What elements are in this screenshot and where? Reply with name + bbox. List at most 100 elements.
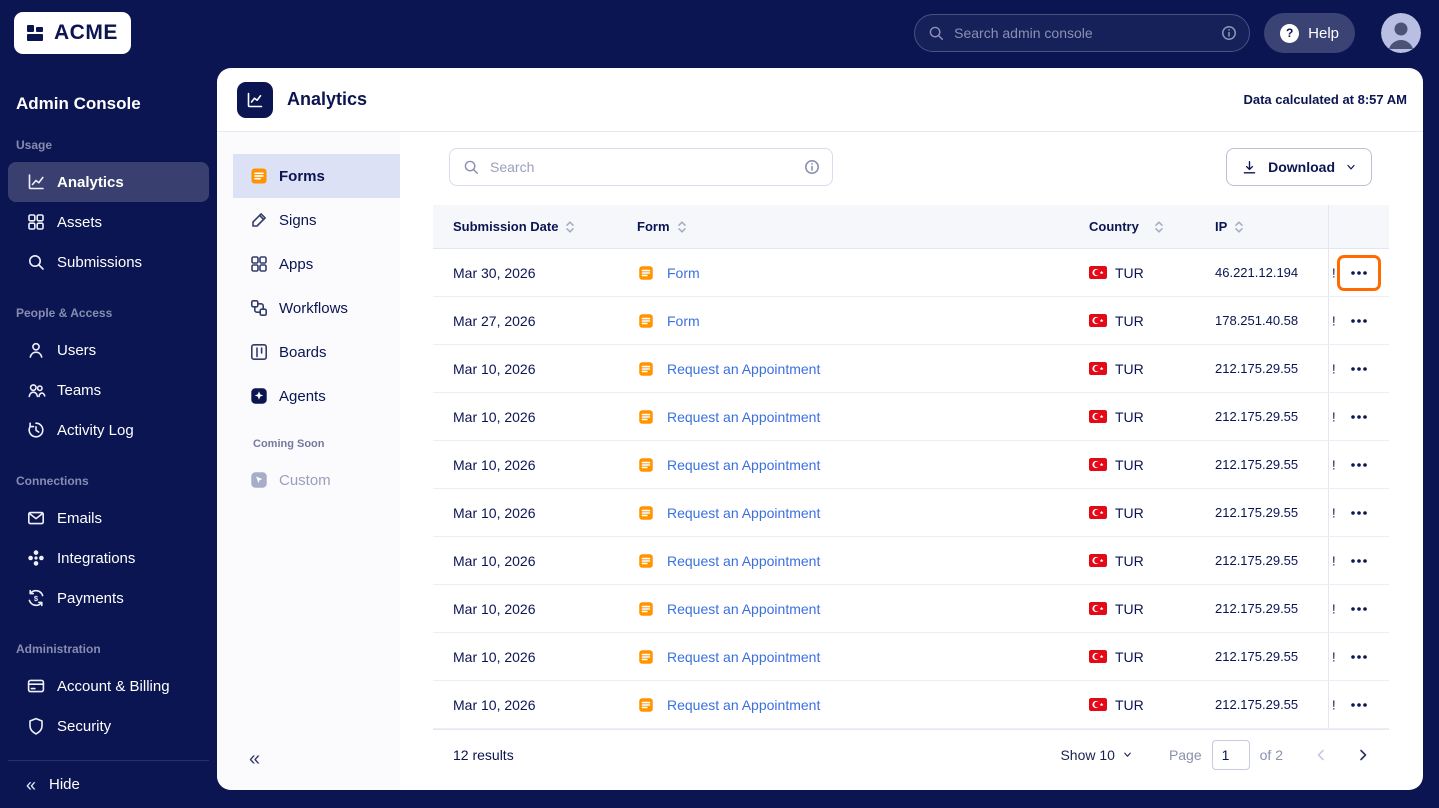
row-actions-button[interactable] <box>1340 642 1378 672</box>
sidebar-item-assets[interactable]: Assets <box>8 202 209 242</box>
custom-icon <box>249 470 269 490</box>
cell-ip: 46.221.12.194 <box>1215 265 1299 280</box>
sidebar-item-integrations[interactable]: Integrations <box>8 538 209 578</box>
table-row: Mar 10, 2026 Request an Appointment TUR … <box>433 393 1389 441</box>
subnav-item-label: Workflows <box>279 299 348 317</box>
sidebar-item-account-billing[interactable]: Account & Billing <box>8 666 209 706</box>
row-actions-button[interactable] <box>1340 354 1378 384</box>
analytics-chart-icon <box>26 172 46 192</box>
row-actions-button[interactable] <box>1340 450 1378 480</box>
show-per-page-select[interactable]: Show 10 <box>1060 747 1132 763</box>
sidebar-item-users[interactable]: Users <box>8 330 209 370</box>
help-button[interactable]: ? Help <box>1264 13 1355 53</box>
previous-page-button[interactable] <box>1309 743 1333 767</box>
form-link[interactable]: Form <box>667 265 700 281</box>
activity-log-icon <box>26 420 46 440</box>
cell-actions: ! <box>1328 393 1389 440</box>
form-link[interactable]: Request an Appointment <box>667 361 820 377</box>
cell-form: Request an Appointment <box>637 585 1089 632</box>
form-link[interactable]: Request an Appointment <box>667 457 820 473</box>
collapse-subnav-button[interactable]: « <box>233 735 400 790</box>
cell-ip: 212.175.29.55 <box>1215 649 1299 664</box>
page-title: Analytics <box>287 89 368 109</box>
cell-country: TUR <box>1089 681 1215 728</box>
acme-logo[interactable]: ACME <box>14 12 131 54</box>
page-number-input[interactable] <box>1211 739 1250 770</box>
sidebar-item-label: Teams <box>57 381 102 399</box>
column-header-country[interactable]: Country <box>1089 205 1215 248</box>
sidebar-item-analytics[interactable]: Analytics <box>8 162 209 202</box>
sidebar-item-label: Emails <box>57 509 103 527</box>
row-actions-button[interactable] <box>1340 306 1378 336</box>
row-actions-button[interactable] <box>1340 690 1378 720</box>
hide-sidebar-button[interactable]: « Hide <box>8 760 209 808</box>
column-label: Form <box>637 219 670 234</box>
column-header-form[interactable]: Form <box>637 205 1089 248</box>
row-actions-button[interactable] <box>1340 498 1378 528</box>
form-link[interactable]: Request an Appointment <box>667 553 820 569</box>
clipped-text: ! <box>1332 649 1336 664</box>
subnav-item-signs[interactable]: Signs <box>233 198 400 242</box>
subnav-item-apps[interactable]: Apps <box>233 242 400 286</box>
avatar[interactable] <box>1381 13 1421 53</box>
table-row: Mar 10, 2026 Request an Appointment TUR … <box>433 585 1389 633</box>
download-button[interactable]: Download <box>1226 148 1372 186</box>
form-link[interactable]: Request an Appointment <box>667 505 820 521</box>
table-header-row: Submission Date Form Country IP <box>433 205 1389 249</box>
question-mark-icon: ? <box>1280 23 1300 43</box>
column-header-ip[interactable]: IP <box>1215 205 1328 248</box>
sort-icon[interactable] <box>677 220 687 234</box>
turkey-flag-icon <box>1089 458 1107 471</box>
subnav-item-forms[interactable]: Forms <box>233 154 400 198</box>
users-icon <box>26 340 46 360</box>
subnav-item-workflows[interactable]: Workflows <box>233 286 400 330</box>
form-link[interactable]: Request an Appointment <box>667 601 820 617</box>
form-link[interactable]: Request an Appointment <box>667 697 820 713</box>
form-link[interactable]: Request an Appointment <box>667 409 820 425</box>
form-link[interactable]: Request an Appointment <box>667 649 820 665</box>
sidebar-item-payments[interactable]: $ Payments <box>8 578 209 618</box>
table-row: Mar 27, 2026 Form TUR 178.251.40.58 ! <box>433 297 1389 345</box>
sidebar-item-submissions[interactable]: Submissions <box>8 242 209 282</box>
cell-country: TUR <box>1089 297 1215 344</box>
row-actions-button[interactable] <box>1340 546 1378 576</box>
row-actions-button[interactable] <box>1337 254 1381 291</box>
table-search-input[interactable] <box>490 159 794 175</box>
form-icon <box>637 408 655 426</box>
info-icon[interactable] <box>804 159 820 175</box>
sidebar-item-emails[interactable]: Emails <box>8 498 209 538</box>
cell-submission-date: Mar 10, 2026 <box>453 648 536 665</box>
subnav-item-boards[interactable]: Boards <box>233 330 400 374</box>
row-actions-button[interactable] <box>1340 594 1378 624</box>
sort-icon[interactable] <box>565 220 575 234</box>
sort-icon[interactable] <box>1154 220 1164 234</box>
sidebar-item-activity-log[interactable]: Activity Log <box>8 410 209 450</box>
chevron-right-icon <box>1360 749 1367 760</box>
column-header-actions <box>1328 205 1389 248</box>
admin-search-input[interactable] <box>954 25 1213 41</box>
form-icon <box>637 600 655 618</box>
sidebar-item-label: Security <box>57 717 112 735</box>
cell-actions: ! <box>1328 585 1389 632</box>
cell-ip: 212.175.29.55 <box>1215 697 1299 712</box>
cell-country: TUR <box>1089 345 1215 392</box>
row-actions-button[interactable] <box>1340 402 1378 432</box>
column-header-submission-date[interactable]: Submission Date <box>433 205 637 248</box>
table-search[interactable] <box>449 148 833 186</box>
next-page-button[interactable] <box>1351 743 1375 767</box>
search-icon <box>464 160 479 175</box>
subnav-item-custom[interactable]: Custom <box>233 458 400 502</box>
sort-icon[interactable] <box>1234 220 1244 234</box>
subnav-item-agents[interactable]: Agents <box>233 374 400 418</box>
sidebar-item-teams[interactable]: Teams <box>8 370 209 410</box>
download-label: Download <box>1268 159 1335 175</box>
form-link[interactable]: Form <box>667 313 700 329</box>
cell-ip: 212.175.29.55 <box>1215 553 1299 568</box>
sidebar-item-security[interactable]: Security <box>8 706 209 746</box>
country-code: TUR <box>1115 648 1144 665</box>
subnav-item-label: Agents <box>279 387 326 405</box>
admin-search[interactable] <box>914 14 1251 52</box>
country-code: TUR <box>1115 264 1144 281</box>
info-icon[interactable] <box>1221 25 1237 41</box>
cell-form: Form <box>637 249 1089 296</box>
